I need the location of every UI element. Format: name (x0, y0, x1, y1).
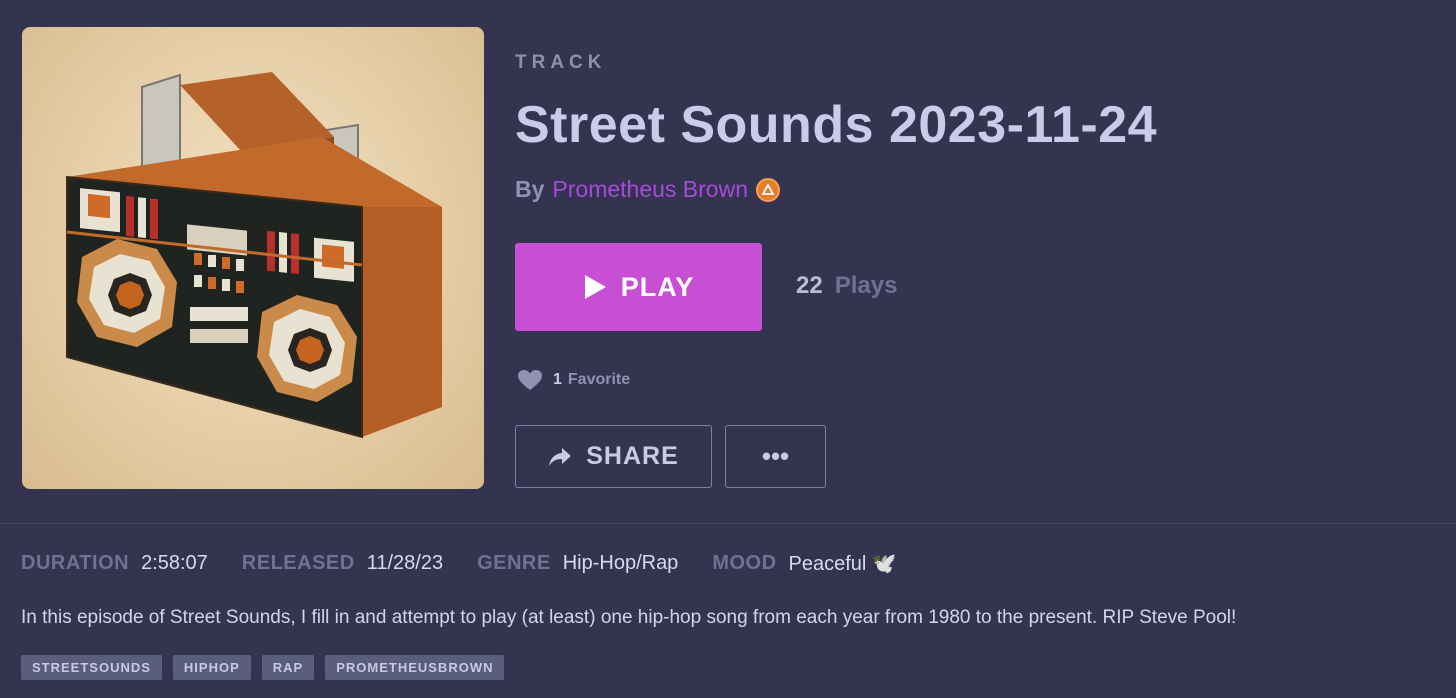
play-button[interactable]: PLAY (515, 243, 762, 331)
favorite-toggle[interactable]: 1 Favorite (517, 369, 630, 391)
share-button[interactable]: SHARE (515, 425, 712, 488)
more-icon: ••• (761, 441, 790, 471)
tag-prometheusbrown[interactable]: PROMETHEUSBROWN (325, 655, 505, 680)
share-label: SHARE (586, 442, 679, 470)
plays-number: 22 (796, 272, 823, 299)
favorites-number: 1 (553, 371, 562, 388)
plays-label: Plays (834, 272, 898, 299)
tag-rap[interactable]: RAP (261, 655, 315, 680)
track-title: Street Sounds 2023-11-24 (515, 96, 1158, 154)
released-label: RELEASED (241, 551, 355, 574)
section-divider (0, 523, 1456, 524)
track-description: In this episode of Street Sounds, I fill… (21, 607, 1237, 628)
section-kicker: TRACK (515, 52, 607, 73)
tag-streetsounds[interactable]: STREETSOUNDS (21, 655, 162, 680)
tag-list: STREETSOUNDS HIPHOP RAP PROMETHEUSBROWN (21, 655, 505, 680)
by-label: By (515, 176, 545, 202)
heart-icon (518, 370, 542, 390)
mood-value[interactable]: Peaceful 🕊️ (789, 551, 897, 576)
favorites-label: Favorite (567, 371, 631, 388)
genre-value[interactable]: Hip-Hop/Rap (563, 552, 679, 575)
play-icon (584, 275, 606, 299)
mood-label: MOOD (712, 551, 777, 574)
share-icon (549, 447, 572, 466)
released-value: 11/28/23 (366, 551, 444, 574)
pro-badge-icon (756, 177, 780, 202)
artist-link[interactable]: Prometheus Brown (552, 176, 748, 203)
play-label: PLAY (620, 271, 695, 302)
genre-label: GENRE (477, 551, 551, 574)
boombox-illustration (66, 72, 442, 439)
duration-label: DURATION (21, 551, 130, 574)
track-cover-art[interactable] (22, 27, 484, 489)
tag-hiphop[interactable]: HIPHOP (172, 655, 251, 680)
play-count: 22 Plays (796, 272, 897, 300)
track-metadata: DURATION 2:58:07 RELEASED 11/28/23 GENRE… (21, 548, 931, 578)
byline: By Prometheus Brown (515, 176, 780, 203)
more-options-button[interactable]: ••• (725, 425, 826, 488)
duration-value: 2:58:07 (141, 551, 208, 574)
